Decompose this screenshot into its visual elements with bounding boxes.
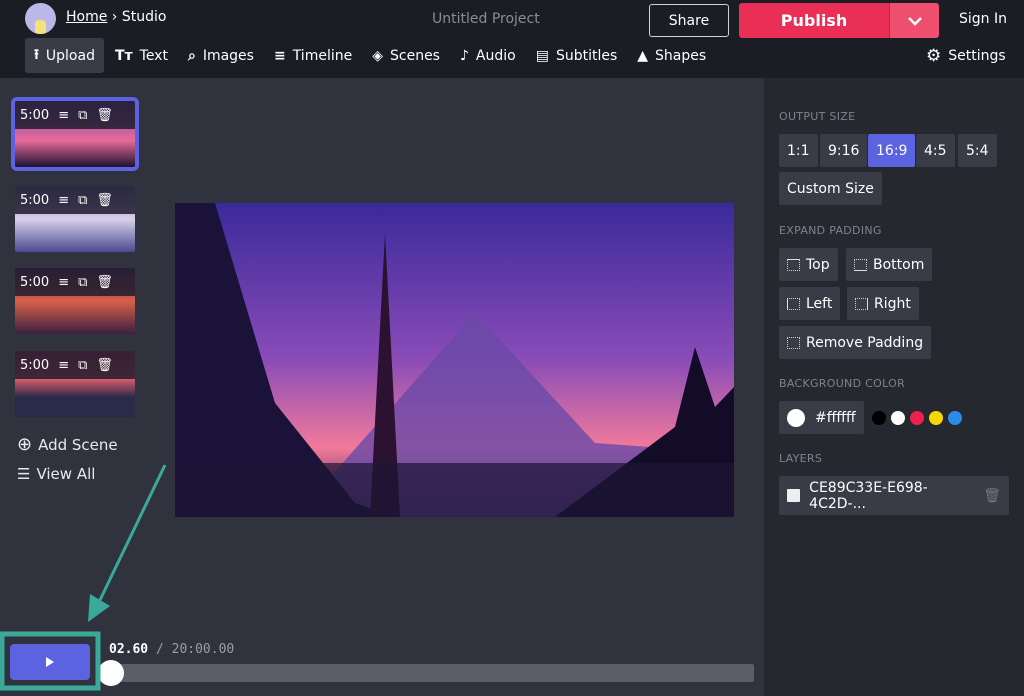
toolbar: ⭱ Upload Tт Text ⌕ Images ≡ Timeline ◈ Scenes ♪ Aud… <box>25 38 717 73</box>
duplicate-icon[interactable]: ⧉ <box>78 108 87 123</box>
timeline-icon[interactable]: ≡ <box>58 358 69 373</box>
pad-right-button[interactable]: Right <box>847 287 919 320</box>
timeline-scrubber[interactable] <box>100 664 754 682</box>
scene-duration[interactable]: 5:00 <box>20 275 49 290</box>
scrubber-handle[interactable] <box>98 660 125 686</box>
custom-size-button[interactable]: Custom Size <box>779 172 882 205</box>
remove-padding-button[interactable]: Remove Padding <box>779 326 932 359</box>
tool-images[interactable]: ⌕ Images <box>179 38 263 73</box>
gear-icon: ⚙ <box>926 45 942 66</box>
duplicate-icon[interactable]: ⧉ <box>78 275 87 290</box>
layers-label: LAYERS <box>779 452 823 465</box>
padding-left-icon <box>787 297 800 310</box>
publish-dropdown-button[interactable] <box>889 3 939 38</box>
breadcrumb: Home › Studio <box>66 9 166 25</box>
breadcrumb-separator: › <box>111 9 118 25</box>
layers-icon: ◈ <box>372 47 383 64</box>
tool-scenes[interactable]: ◈ Scenes <box>363 38 449 73</box>
size-9-16-button[interactable]: 9:16 <box>820 134 868 167</box>
padding-right-icon <box>855 297 868 310</box>
size-5-4-button[interactable]: 5:4 <box>958 134 997 167</box>
padding-top-icon <box>787 258 800 271</box>
output-size-label: OUTPUT SIZE <box>779 110 856 123</box>
layer-item[interactable]: CE89C33E-E698-4C2D-... 🗑 <box>779 476 1009 515</box>
sign-in-link[interactable]: Sign In <box>959 11 1007 27</box>
avatar[interactable] <box>25 3 56 34</box>
expand-padding-label: EXPAND PADDING <box>779 224 882 237</box>
shapes-icon: ▲ <box>637 47 649 64</box>
annotation-arrow-head <box>88 594 110 622</box>
top-bar: Home › Studio Untitled Project Share Pub… <box>0 0 1024 78</box>
timeline-icon[interactable]: ≡ <box>58 108 69 123</box>
search-icon: ⌕ <box>187 47 196 64</box>
timeline-icon[interactable]: ≡ <box>58 275 69 290</box>
time-display: 02.60 / 20:00.00 <box>109 642 235 657</box>
color-swatch[interactable] <box>929 411 943 425</box>
tool-text[interactable]: Tт Text <box>106 38 177 73</box>
annotation-arrow-line <box>98 464 167 601</box>
publish-button[interactable]: Publish <box>739 3 889 38</box>
settings-button[interactable]: ⚙ Settings <box>926 38 1006 73</box>
scene-duration[interactable]: 5:00 <box>20 193 49 208</box>
properties-panel: OUTPUT SIZE 1:1 9:16 16:9 4:5 5:4 Custom Siz… <box>764 78 1024 696</box>
tool-shapes[interactable]: ▲ Shapes <box>628 38 715 73</box>
project-title[interactable]: Untitled Project <box>432 11 540 27</box>
add-scene-button[interactable]: ⊕ Add Scene <box>17 434 118 455</box>
chevron-down-icon <box>907 16 922 26</box>
pad-left-button[interactable]: Left <box>779 287 841 320</box>
play-button[interactable] <box>10 644 90 680</box>
color-swatch[interactable] <box>891 411 905 425</box>
view-all-button[interactable]: ☰ View All <box>17 465 95 483</box>
color-swatch[interactable] <box>910 411 924 425</box>
trash-icon[interactable]: 🗑 <box>96 108 113 123</box>
tool-upload[interactable]: ⭱ Upload <box>25 38 104 73</box>
pad-bottom-button[interactable]: Bottom <box>846 248 933 281</box>
upload-icon: ⭱ <box>34 46 39 63</box>
trash-icon[interactable]: 🗑 <box>96 275 113 290</box>
trash-icon[interactable]: 🗑 <box>96 358 113 373</box>
scene-thumbnail[interactable]: 5:00 ≡ ⧉ 🗑 <box>15 186 135 252</box>
size-16-9-button[interactable]: 16:9 <box>868 134 916 167</box>
background-color-label: BACKGROUND COLOR <box>779 377 906 390</box>
tool-timeline[interactable]: ≡ Timeline <box>265 38 361 73</box>
background-color-picker[interactable]: #ffffff <box>779 401 864 434</box>
tool-subtitles[interactable]: ▤ Subtitles <box>527 38 627 73</box>
trash-icon[interactable]: 🗑 <box>983 488 1001 504</box>
trash-icon[interactable]: 🗑 <box>96 193 113 208</box>
scene-thumbnail[interactable]: 5:00 ≡ ⧉ 🗑 <box>15 268 135 334</box>
duplicate-icon[interactable]: ⧉ <box>78 358 87 373</box>
color-swatch-current <box>787 408 805 427</box>
timeline-icon: ≡ <box>273 47 286 64</box>
pad-top-button[interactable]: Top <box>779 248 838 281</box>
color-swatch[interactable] <box>872 411 886 425</box>
padding-none-icon <box>787 336 800 349</box>
size-4-5-button[interactable]: 4:5 <box>916 134 955 167</box>
subtitles-icon: ▤ <box>535 47 549 64</box>
scene-thumbnail[interactable]: 5:00 ≡ ⧉ 🗑 <box>15 351 135 417</box>
scene-thumbnail[interactable]: 5:00 ≡ ⧉ 🗑 <box>11 97 139 171</box>
scene-preview-canvas[interactable] <box>175 203 734 517</box>
image-icon <box>787 489 801 502</box>
breadcrumb-home-link[interactable]: Home <box>66 9 107 25</box>
play-icon <box>46 657 54 667</box>
list-icon: ☰ <box>17 465 31 483</box>
size-1-1-button[interactable]: 1:1 <box>779 134 818 167</box>
scene-duration[interactable]: 5:00 <box>20 358 49 373</box>
scene-duration[interactable]: 5:00 <box>20 108 49 123</box>
color-swatch[interactable] <box>948 411 962 425</box>
music-note-icon: ♪ <box>459 47 469 64</box>
text-icon: Tт <box>114 47 133 64</box>
duplicate-icon[interactable]: ⧉ <box>78 193 87 208</box>
share-button[interactable]: Share <box>649 4 729 37</box>
padding-bottom-icon <box>854 258 867 271</box>
tool-audio[interactable]: ♪ Audio <box>451 38 525 73</box>
timeline-icon[interactable]: ≡ <box>58 193 69 208</box>
breadcrumb-current: Studio <box>121 9 167 25</box>
plus-circle-icon: ⊕ <box>17 434 33 455</box>
